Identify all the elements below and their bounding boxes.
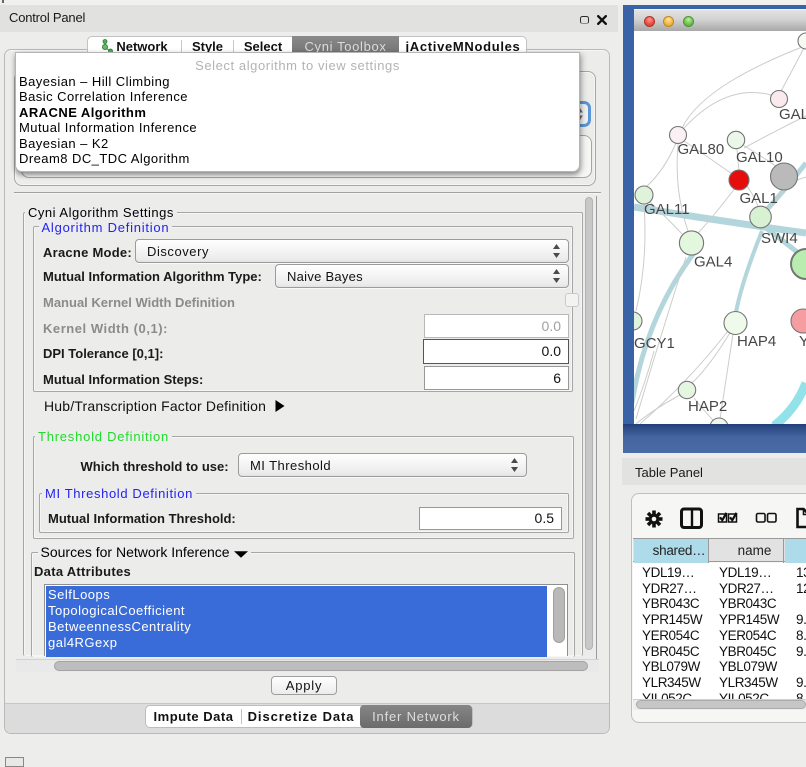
svg-text:GAL11: GAL11 [644,201,690,218]
svg-text:GCY1: GCY1 [634,335,675,352]
svg-text:GAL4: GAL4 [694,254,732,271]
svg-text:GAL2: GAL2 [779,106,806,123]
svg-text:Y: Y [799,333,806,350]
svg-text:HAP2: HAP2 [688,398,727,415]
svg-text:GAL10: GAL10 [736,149,783,166]
svg-text:GAL1: GAL1 [740,190,778,207]
svg-text:HAP4: HAP4 [737,333,776,350]
svg-text:SWI4: SWI4 [761,230,798,247]
svg-text:GAL80: GAL80 [678,141,725,158]
